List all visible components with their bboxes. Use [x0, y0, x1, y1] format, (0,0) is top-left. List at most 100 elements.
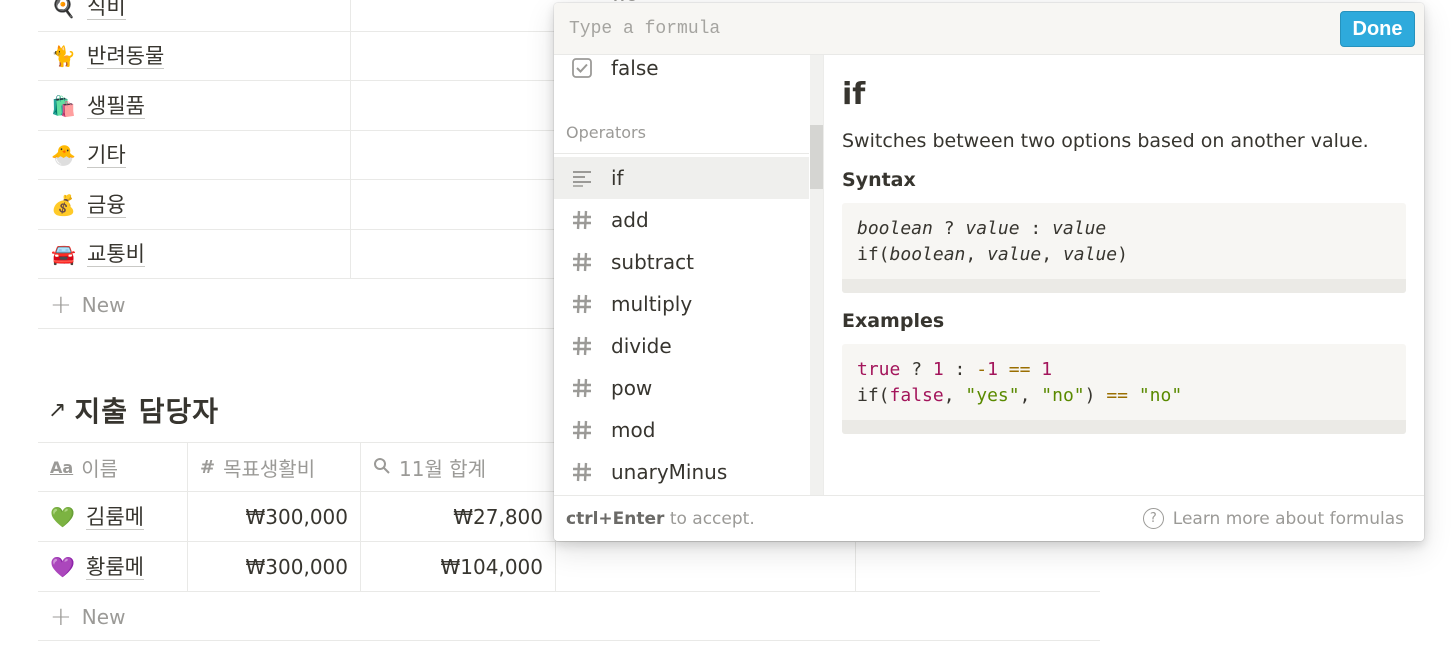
formula-function-list[interactable]: false Operators if add subtract multiply div… [554, 55, 824, 495]
name-cell[interactable]: 💰 금융 [38, 180, 351, 230]
table-row[interactable]: 🐣 기타 [38, 130, 578, 180]
table-row[interactable]: 💰 금융 [38, 180, 578, 230]
column-label: 이름 [81, 457, 118, 481]
row-title-link[interactable]: 기타 [87, 143, 126, 168]
code-token: == [1106, 385, 1128, 406]
name-cell[interactable]: 🍳 식비 [38, 0, 351, 32]
name-cell[interactable]: 💚 김룸메 [38, 492, 188, 542]
list-item-unaryminus[interactable]: unaryMinus [554, 451, 809, 493]
spender-new-row-button[interactable]: + New [50, 602, 125, 632]
list-item-label: unaryMinus [611, 460, 728, 484]
list-item-pow[interactable]: pow [554, 367, 809, 409]
column-header-target[interactable]: # 목표생활비 [188, 443, 361, 492]
code-token: 1 [1041, 359, 1053, 380]
code-token: value [1062, 244, 1118, 265]
popup-footer: ctrl+Enter to accept. ? Learn more about… [554, 495, 1424, 541]
code-token: boolean [889, 244, 966, 265]
category-new-row-button[interactable]: + New [50, 290, 125, 320]
table-row[interactable]: 💜 황룸메 ₩300,000 ₩104,000 [38, 542, 1100, 592]
code-scrollbar[interactable] [842, 420, 1406, 434]
hash-icon [570, 377, 594, 399]
syntax-code-block: boolean ? value : value if(boolean, value… [842, 203, 1406, 293]
function-documentation: if Switches between two options based on… [825, 55, 1424, 495]
hash-icon [570, 251, 594, 273]
target-cell[interactable]: ₩300,000 [188, 542, 361, 592]
code-token: : [943, 359, 977, 380]
code-scrollbar[interactable] [842, 279, 1406, 293]
total-cell[interactable]: ₩27,800 [361, 492, 556, 542]
syntax-heading: Syntax [842, 169, 916, 191]
list-item-divide[interactable]: divide [554, 325, 809, 367]
target-value: ₩300,000 [245, 555, 348, 579]
formula-bar: Done [554, 3, 1424, 55]
row-emoji-icon: 🐣 [51, 143, 76, 167]
list-item-add[interactable]: add [554, 199, 809, 241]
list-item-label: false [611, 56, 659, 80]
table-row[interactable]: 🛍️ 생필품 [38, 81, 578, 131]
spender-section-title[interactable]: ↗ 지출 담당자 [48, 390, 219, 430]
search-icon [373, 457, 391, 479]
list-item-multiply[interactable]: multiply [554, 283, 809, 325]
row-title-link[interactable]: 식비 [87, 0, 126, 20]
code-token: "no" [1138, 385, 1183, 406]
code-token: ? [932, 218, 966, 239]
text-type-icon: Aa [50, 458, 74, 477]
operators-section-label: Operators [566, 123, 646, 142]
divider [38, 328, 578, 329]
name-cell[interactable]: 🐈 반려동물 [38, 31, 351, 81]
table-row[interactable]: 🍳 식비 [38, 0, 578, 32]
row-title-link[interactable]: 반려동물 [87, 44, 165, 69]
list-item-label: add [611, 208, 649, 232]
examples-heading: Examples [842, 310, 945, 332]
list-scrollbar-thumb[interactable] [810, 125, 823, 189]
hash-icon [570, 461, 594, 483]
row-title-link[interactable]: 금융 [87, 193, 126, 218]
row-title-link[interactable]: 김룸메 [86, 505, 144, 530]
code-token: ) [1117, 244, 1128, 265]
name-cell[interactable]: 💜 황룸메 [38, 542, 188, 592]
row-title-link[interactable]: 교통비 [87, 242, 145, 267]
code-token: "no" [1041, 385, 1085, 406]
row-emoji-icon: 🐈 [51, 44, 76, 68]
examples-code-block: true ? 1 : -1 == 1 if(false, "yes", "no")… [842, 344, 1406, 434]
code-token: 1 [987, 359, 998, 380]
empty-cell[interactable] [556, 542, 856, 592]
target-value: ₩300,000 [245, 505, 348, 529]
name-cell[interactable]: 🐣 기타 [38, 130, 351, 180]
checkbox-icon [570, 57, 594, 79]
formula-input[interactable] [554, 3, 1334, 55]
column-label: 목표생활비 [223, 457, 316, 481]
list-item-if[interactable]: if [554, 157, 809, 199]
column-header-total[interactable]: 11월 합계 [361, 443, 556, 492]
list-item-label: divide [611, 334, 672, 358]
hash-icon [570, 293, 594, 315]
code-token: == [1008, 359, 1031, 380]
name-cell[interactable]: 🛍️ 생필품 [38, 81, 351, 131]
list-item-mod[interactable]: mod [554, 409, 809, 451]
table-row[interactable]: 🚘 교통비 [38, 229, 578, 279]
code-token: , [1019, 385, 1042, 406]
list-scrollbar-track[interactable] [810, 55, 823, 495]
code-token: false [889, 385, 944, 406]
learn-more-link[interactable]: ? Learn more about formulas [1142, 508, 1404, 529]
target-cell[interactable]: ₩300,000 [188, 492, 361, 542]
table-row[interactable]: 🐈 반려동물 [38, 31, 578, 81]
row-emoji-icon: 🛍️ [51, 94, 76, 118]
row-title-link[interactable]: 황룸메 [86, 555, 144, 580]
list-item-subtract[interactable]: subtract [554, 241, 809, 283]
learn-more-label: Learn more about formulas [1172, 508, 1404, 529]
name-cell[interactable]: 🚘 교통비 [38, 229, 351, 279]
heart-icon: 💚 [50, 505, 75, 529]
heart-icon: 💜 [50, 555, 75, 579]
list-item-false[interactable]: false [554, 55, 809, 89]
code-line: if(false, "yes", "no") == "no" [857, 383, 1391, 409]
code-line: boolean ? value : value [857, 216, 1391, 242]
row-title-link[interactable]: 생필품 [87, 94, 145, 119]
total-cell[interactable]: ₩104,000 [361, 542, 556, 592]
row-emoji-icon: 🍳 [51, 0, 76, 19]
column-header-name[interactable]: Aa 이름 [38, 443, 188, 492]
section-title-text: 지출 담당자 [74, 395, 219, 428]
done-button[interactable]: Done [1340, 11, 1415, 47]
